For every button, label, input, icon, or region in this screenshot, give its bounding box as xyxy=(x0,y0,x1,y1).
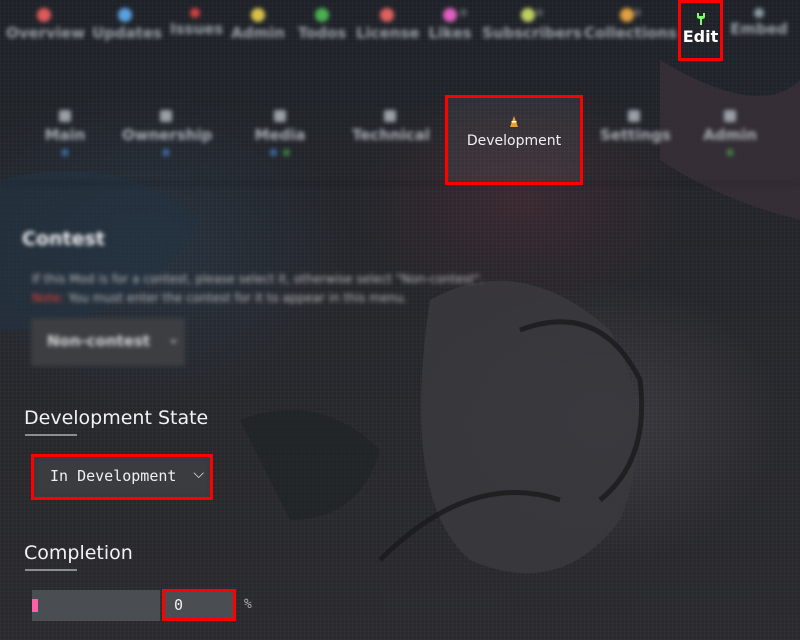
nav-admin[interactable]: Admin xyxy=(230,8,286,42)
lightbulb-icon xyxy=(251,8,265,22)
nav-license[interactable]: License xyxy=(356,8,420,42)
badge: 0 xyxy=(61,148,69,159)
contest-select[interactable]: Non-contest ⌄ xyxy=(31,318,185,366)
chevron-down-icon: ⌵ xyxy=(193,466,204,482)
wrench-icon xyxy=(628,110,640,122)
chevron-down-icon: ⌄ xyxy=(168,332,179,347)
nav-subscribers[interactable]: Subscribers 0 xyxy=(482,8,582,42)
title-underline xyxy=(25,434,77,436)
subscribers-count: 0 xyxy=(536,8,543,19)
contest-title: Contest xyxy=(22,228,105,250)
wrench-icon xyxy=(696,13,705,25)
folder-icon xyxy=(620,8,634,22)
tab-technical[interactable]: Technical xyxy=(352,110,430,144)
badge: 0 xyxy=(162,148,170,159)
completion-progress-bar xyxy=(32,590,160,621)
badge: 0 xyxy=(283,148,290,159)
note-label: Note: xyxy=(32,291,65,305)
bug-icon xyxy=(190,8,200,18)
home-icon xyxy=(59,110,71,122)
tab-admin[interactable]: Admin 0 xyxy=(702,110,758,159)
tab-main[interactable]: Main 0 xyxy=(40,110,90,159)
nav-likes[interactable]: Likes 0 xyxy=(428,8,472,42)
nav-collections[interactable]: Collections 0 xyxy=(584,8,677,42)
collections-count: 0 xyxy=(634,8,641,19)
title-underline xyxy=(25,569,77,571)
copyright-icon xyxy=(380,8,394,22)
development-state-select-frame: In Development ⌵ xyxy=(31,454,213,500)
development-state-title: Development State xyxy=(24,407,209,429)
nav-embed[interactable]: Embed xyxy=(730,8,788,38)
nav-updates[interactable]: Updates xyxy=(92,8,162,42)
users-icon xyxy=(160,110,172,122)
shield-icon xyxy=(724,110,736,122)
completion-progress-fill xyxy=(32,599,38,612)
tab-settings[interactable]: Settings xyxy=(600,110,671,144)
image-icon xyxy=(274,110,286,122)
nav-issues[interactable]: Issues xyxy=(170,8,223,38)
section-tabs: Main 0 Ownership 0 Media 00 Technical Se… xyxy=(0,96,800,184)
percent-unit: % xyxy=(244,597,252,612)
tab-ownership[interactable]: Ownership 0 xyxy=(122,110,212,159)
home-icon xyxy=(37,8,51,22)
completion-input-frame: 0 xyxy=(162,589,236,621)
heart-icon xyxy=(443,8,457,22)
gear-icon xyxy=(384,110,396,122)
bell-icon xyxy=(521,8,535,22)
contest-hint: If this Mod is for a contest, please sel… xyxy=(32,272,484,286)
completion-title: Completion xyxy=(24,542,133,564)
development-state-select[interactable]: In Development ⌵ xyxy=(38,461,206,493)
traffic-cone-icon xyxy=(509,116,519,129)
nav-overview[interactable]: Overview xyxy=(6,8,85,42)
nav-todos[interactable]: Todos xyxy=(296,8,348,42)
nav-edit[interactable]: Edit xyxy=(678,0,723,61)
note-text: You must enter the contest for it to app… xyxy=(68,291,408,305)
completion-input[interactable]: 0 xyxy=(165,592,233,618)
tab-development[interactable]: Development xyxy=(445,95,583,185)
likes-count: 0 xyxy=(460,8,467,19)
share-icon xyxy=(754,8,764,18)
contest-note: Note: You must enter the contest for it … xyxy=(32,291,407,305)
checklist-icon xyxy=(315,8,329,22)
badge: 0 xyxy=(726,148,734,159)
globe-icon xyxy=(118,8,132,22)
badge: 0 xyxy=(270,148,277,159)
tab-media[interactable]: Media 00 xyxy=(248,110,312,159)
